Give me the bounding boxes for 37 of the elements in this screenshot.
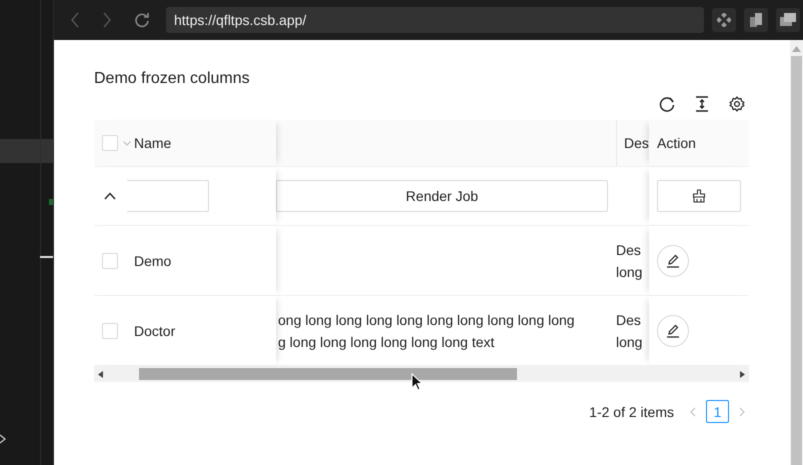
- select-all-checkbox[interactable]: [102, 135, 118, 151]
- windows-icon[interactable]: [776, 8, 800, 32]
- text-line: ong long long long long long long long long long: [278, 310, 575, 330]
- reload-icon[interactable]: [659, 96, 675, 112]
- cursor-icon: [411, 373, 423, 391]
- table-cell: Doctor: [134, 322, 176, 338]
- render-job-button[interactable]: Render Job: [276, 180, 608, 212]
- row-checkbox[interactable]: [102, 252, 118, 268]
- filter-field[interactable]: [127, 180, 209, 212]
- settings-icon[interactable]: [729, 96, 745, 112]
- column-header: Des: [624, 135, 649, 151]
- table-cell-text: Des long: [616, 310, 644, 352]
- edit-button[interactable]: [657, 314, 689, 346]
- table-cell: Demo: [134, 252, 172, 268]
- text-line: g long long long long long long text: [278, 332, 494, 352]
- page-title: Demo frozen columns: [94, 70, 251, 89]
- pagination-summary: 1-2 of 2 items: [589, 404, 674, 420]
- broom-icon: [692, 189, 706, 203]
- row-checkbox[interactable]: [102, 322, 118, 338]
- horizontal-scrollbar[interactable]: [94, 366, 749, 382]
- column-header: Name: [134, 135, 172, 151]
- clear-button[interactable]: [657, 180, 741, 212]
- copy-icon[interactable]: [744, 8, 768, 32]
- edit-button[interactable]: [657, 244, 689, 276]
- chevron-icon: [0, 434, 6, 444]
- edit-icon: [665, 322, 681, 338]
- edit-icon: [665, 252, 681, 268]
- extension-icon[interactable]: [712, 8, 736, 32]
- status-marker-icon: [49, 199, 53, 205]
- address-field[interactable]: https://qfltps.csb.app/: [166, 7, 704, 33]
- chevron-icon[interactable]: [104, 192, 116, 200]
- table-cell-text: Des long: [616, 240, 644, 282]
- column-header: Action: [657, 135, 696, 151]
- scroll-left-icon[interactable]: [98, 370, 103, 378]
- scroll-right-icon[interactable]: [740, 370, 745, 378]
- column-height-icon[interactable]: [695, 96, 709, 112]
- vertical-scrollbar[interactable]: [790, 40, 803, 465]
